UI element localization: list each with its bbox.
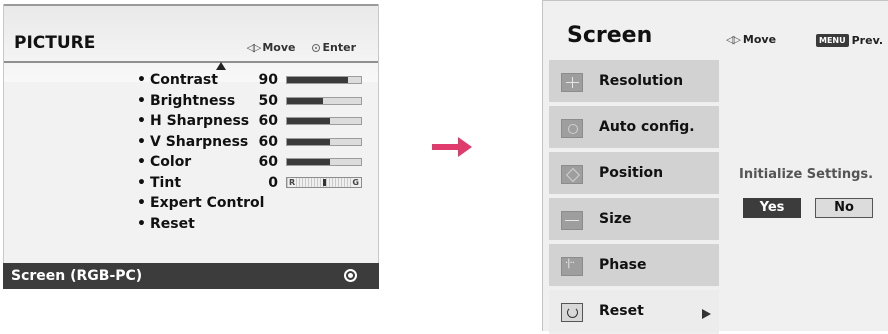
auto-config-icon <box>561 119 583 138</box>
scroll-up-arrow-icon[interactable] <box>216 62 226 70</box>
picture-item-brightness[interactable]: • Brightness 50 <box>4 91 378 111</box>
nav-hint: ◁▷ Move Enter <box>246 41 356 54</box>
selected-pointer-icon <box>702 309 711 319</box>
item-label: H Sharpness <box>150 113 250 129</box>
screen-rgb-pc-label: Screen (RGB-PC) <box>11 268 143 284</box>
picture-menu: PICTURE ◁▷ Move Enter • Contrast 90 • Bright… <box>3 4 379 289</box>
level-bar[interactable] <box>286 117 362 125</box>
move-label: Move <box>742 33 777 46</box>
level-bar-fill <box>287 97 323 104</box>
size-icon <box>561 211 583 230</box>
menu-prev-hint: MENU Prev. <box>816 34 883 47</box>
header-divider <box>4 61 378 63</box>
level-bar[interactable] <box>286 76 362 84</box>
tint-marker <box>323 178 326 186</box>
item-value: 50 <box>258 92 278 109</box>
enter-label: Enter <box>322 41 357 54</box>
level-bar[interactable] <box>286 137 362 146</box>
item-label: V Sharpness <box>150 133 249 150</box>
level-bar-fill <box>287 159 330 165</box>
level-bar[interactable] <box>286 96 362 105</box>
screen-item-phase[interactable]: Phase <box>549 244 719 288</box>
move-icon: ◁▷ <box>246 41 261 54</box>
item-label: Auto config. <box>599 119 695 135</box>
no-button[interactable]: No <box>815 198 873 218</box>
initialize-settings-text: Initialize Settings. <box>739 167 874 182</box>
screen-title: Screen <box>567 23 653 48</box>
item-label: Position <box>599 165 664 181</box>
yes-button[interactable]: Yes <box>743 198 801 218</box>
reset-icon <box>561 303 583 322</box>
item-value: 60 <box>258 113 278 129</box>
bullet: • <box>137 113 146 129</box>
picture-item-contrast[interactable]: • Contrast 90 <box>4 70 378 90</box>
radio-selected-icon[interactable] <box>344 269 357 282</box>
enter-icon <box>311 43 320 52</box>
item-label: Expert Control <box>150 195 265 211</box>
tint-bar[interactable]: RG <box>286 176 362 188</box>
bullet: • <box>137 195 146 211</box>
item-value: 0 <box>268 174 278 191</box>
picture-item-reset[interactable]: • Reset <box>4 214 378 234</box>
bullet: • <box>137 133 146 150</box>
move-hint: ◁▷ Move <box>726 33 776 46</box>
level-bar-fill <box>287 118 330 124</box>
picture-item-v-sharpness[interactable]: • V Sharpness 60 <box>4 132 378 152</box>
screen-item-size[interactable]: Size <box>549 198 719 242</box>
item-label: Tint <box>150 174 182 191</box>
screen-item-reset[interactable]: Reset <box>549 290 719 334</box>
bullet: • <box>137 215 146 232</box>
item-label: Phase <box>599 257 647 273</box>
bullet: • <box>137 92 146 109</box>
tint-r-mark: R <box>288 177 297 187</box>
screen-rgb-pc-item[interactable]: Screen (RGB-PC) <box>3 263 379 289</box>
level-bar-fill <box>287 138 330 145</box>
picture-item-color[interactable]: • Color 60 <box>4 152 378 172</box>
item-label: Resolution <box>599 73 684 89</box>
picture-title: PICTURE <box>14 33 96 53</box>
item-value: 60 <box>258 133 278 150</box>
item-label: Reset <box>150 215 195 232</box>
item-label: Color <box>150 154 192 170</box>
level-bar-fill <box>287 77 348 83</box>
item-label: Contrast <box>150 72 218 88</box>
screen-menu: Screen ◁▷ Move MENU Prev. Resolution Auto… <box>542 0 888 334</box>
tint-g-mark: G <box>351 177 360 187</box>
item-value: 90 <box>258 72 278 88</box>
item-label: Size <box>599 211 632 227</box>
prev-label: Prev. <box>851 34 884 47</box>
move-label: Move <box>262 41 296 54</box>
menu-key: MENU <box>816 34 849 47</box>
position-icon <box>561 165 583 184</box>
phase-icon <box>561 257 583 276</box>
screen-item-position[interactable]: Position <box>549 152 719 196</box>
picture-item-tint[interactable]: • Tint 0 R G <box>4 173 378 193</box>
right-arrow-icon <box>432 137 476 157</box>
screen-item-resolution[interactable]: Resolution <box>549 60 719 104</box>
bullet: • <box>137 72 146 88</box>
picture-item-h-sharpness[interactable]: • H Sharpness 60 <box>4 111 378 131</box>
bullet: • <box>137 154 146 170</box>
item-label: Brightness <box>150 92 236 109</box>
item-label: Reset <box>599 303 644 319</box>
item-value: 60 <box>258 154 278 170</box>
screen-item-auto-config[interactable]: Auto config. <box>549 106 719 150</box>
bullet: • <box>137 174 146 191</box>
picture-item-expert-control[interactable]: • Expert Control <box>4 193 378 213</box>
resolution-icon <box>561 73 583 92</box>
move-icon: ◁▷ <box>726 33 741 46</box>
level-bar[interactable] <box>286 158 362 166</box>
